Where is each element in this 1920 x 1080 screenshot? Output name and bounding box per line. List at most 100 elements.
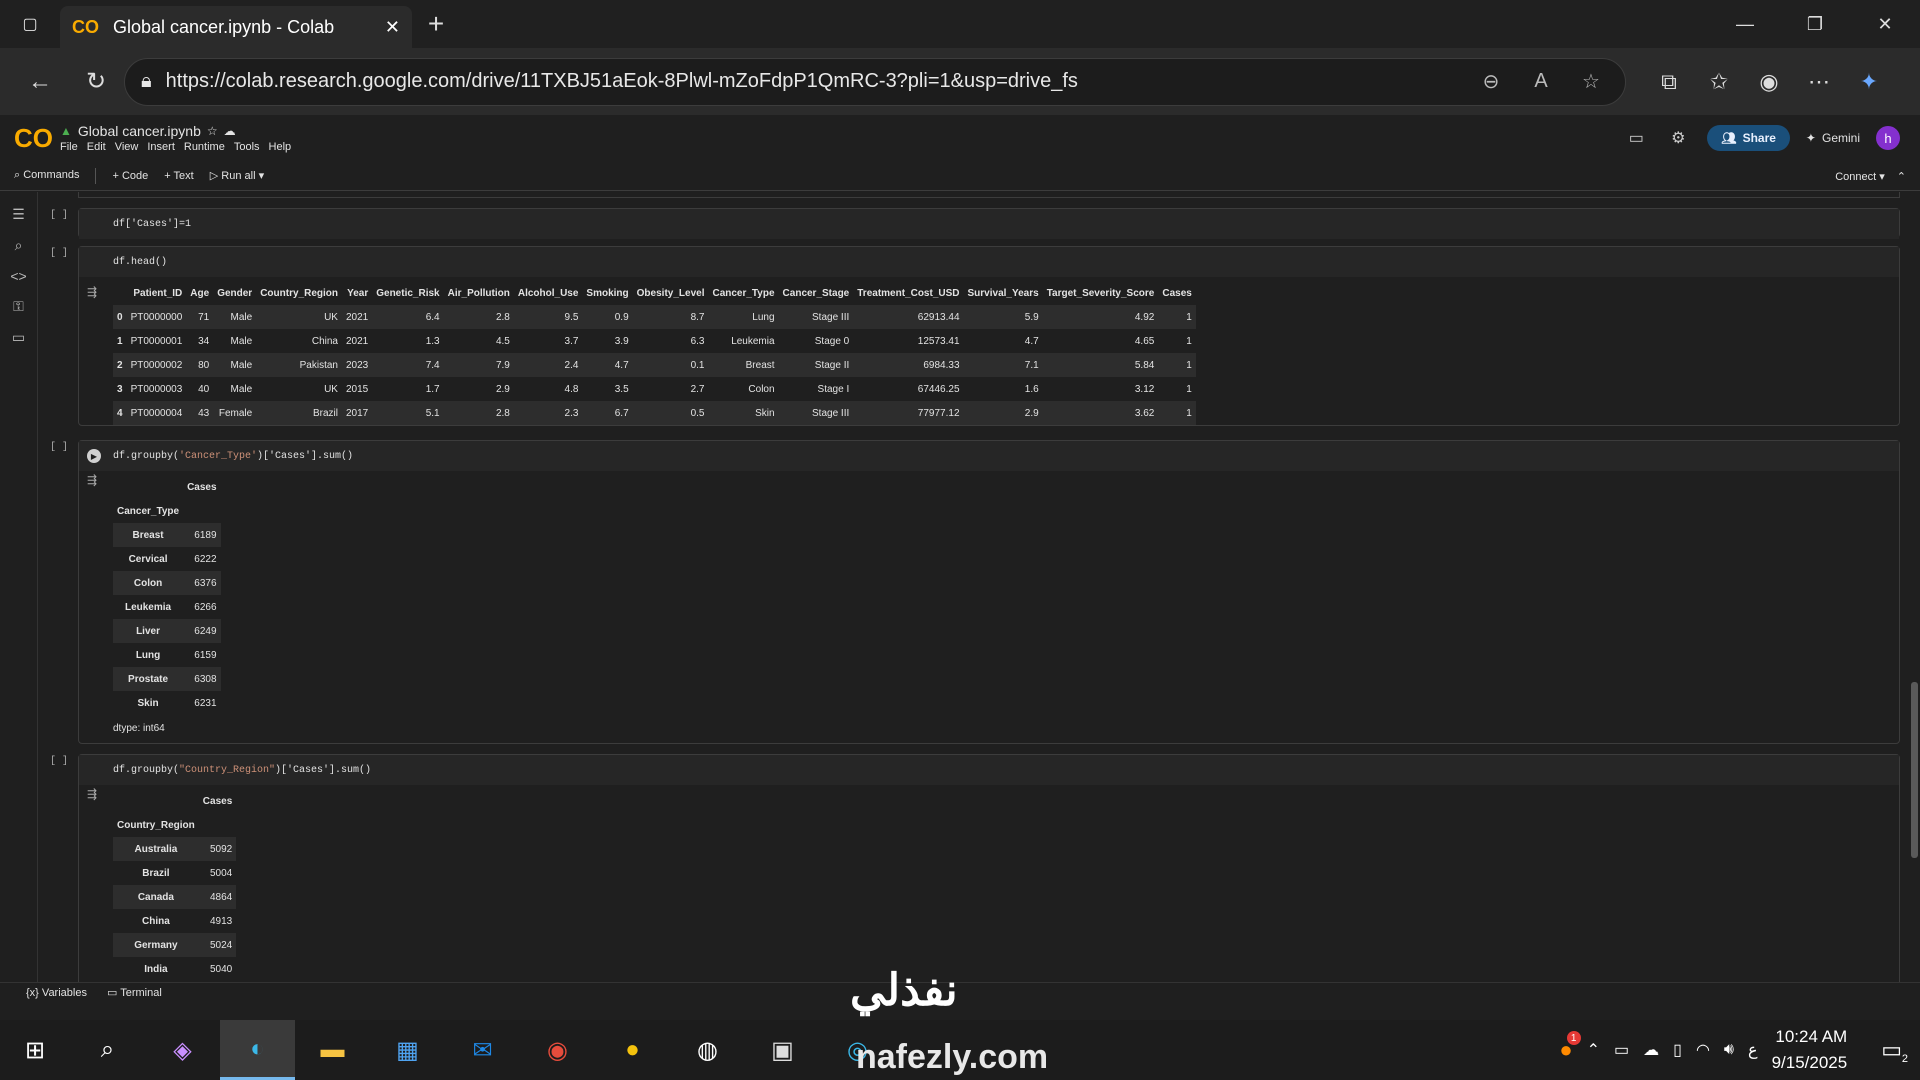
terminal-button[interactable]: ▭ Terminal [107,986,162,999]
code-part[interactable]: df.groupby( [113,765,179,776]
tab-actions-icon[interactable]: ▢ [0,0,60,48]
wifi-icon[interactable]: ◠ [1696,1040,1710,1060]
table-row: Brazil 5004 [113,861,236,885]
battery-icon[interactable]: ▭ [1614,1040,1629,1060]
files-folder-icon[interactable]: ▭ [12,329,25,346]
table-cell: Stage II [814,359,850,371]
run-all-button[interactable]: ▷ Run all ▾ [210,169,264,182]
avatar[interactable]: h [1876,126,1900,150]
code-string[interactable]: "Country_Region" [179,765,275,776]
microsoft-store-icon[interactable]: ▦ [370,1020,445,1080]
code-cell[interactable]: df['Cases']=1 [78,208,1900,239]
code-part[interactable]: df.groupby( [113,451,179,462]
menu-help[interactable]: Help [269,141,292,153]
row-index: India [144,963,168,975]
comment-icon[interactable]: ▭ [1623,128,1649,148]
menu-runtime[interactable]: Runtime [184,141,225,153]
zoom-icon[interactable]: ⊖ [1473,69,1509,94]
table-cell: 4.7 [614,359,629,371]
refresh-button[interactable]: ↻ [68,58,124,106]
output-toggle-icon[interactable]: ⇶ [87,285,97,299]
outlook-icon[interactable]: ✉ [445,1020,520,1080]
close-window-icon[interactable]: ✕ [1850,0,1920,48]
device-icon[interactable]: ▯ [1673,1040,1682,1060]
notification-center-icon[interactable]: ▭ 2 [1881,1037,1908,1065]
favorites-icon[interactable]: ✩ [1696,59,1742,105]
volume-icon[interactable]: 🔊︎ [1724,1041,1734,1059]
onedrive-cloud-icon[interactable]: ☁ [1643,1040,1659,1060]
chevron-down-icon[interactable]: ▾ [259,170,265,182]
back-button[interactable]: ← [12,58,68,106]
notebook-scrollbar[interactable] [1911,682,1918,858]
add-code-button[interactable]: + Code [112,170,148,182]
language-indicator[interactable]: ع [1748,1040,1758,1060]
commands-button[interactable]: ⌕ Commands [14,169,79,182]
more-menu-icon[interactable]: ⋯ [1796,59,1842,105]
table-of-contents-icon[interactable]: ☰ [12,206,25,223]
file-explorer-icon[interactable]: ▬ [295,1020,370,1080]
close-tab-icon[interactable]: ✕ [385,17,400,38]
share-button[interactable]: 👥︎ Share [1707,125,1790,151]
gemini-button[interactable]: ✦ Gemini [1806,131,1860,145]
star-icon[interactable]: ☆ [207,124,218,138]
code-line[interactable]: df.head() [113,257,167,268]
code-editor[interactable]: df.groupby('Cancer_Type')['Cases'].sum() [79,441,1899,471]
notification-app-icon[interactable]: ● 1 [1559,1031,1581,1063]
code-editor[interactable]: df.head() [79,247,1899,277]
code-cell[interactable]: ▶ df.groupby('Cancer_Type')['Cases'].sum… [78,440,1900,744]
secrets-key-icon[interactable]: ⚿ [13,298,24,315]
copilot-icon[interactable]: ✦ [1846,59,1892,105]
table-row: Colon 6376 [113,571,221,595]
column-header [113,281,127,305]
chevron-up-icon[interactable]: ⌃ [1587,1040,1600,1060]
extensions-icon[interactable]: ⧉ [1646,59,1692,105]
table-cell: 6249 [194,625,217,637]
app-icon[interactable]: ▣ [745,1020,820,1080]
settings-gear-icon[interactable]: ⚙ [1665,128,1691,148]
github-icon[interactable]: ◍ [670,1020,745,1080]
output-toggle-icon[interactable]: ⇶ [87,473,97,487]
notebook-name[interactable]: Global cancer.ipynb [78,123,201,139]
windows-start-icon[interactable]: ⊞ [0,1036,70,1065]
code-cell[interactable]: df.head() ⇶ Patient_ID Age Gender Country_R… [78,246,1900,426]
add-text-button[interactable]: + Text [164,170,193,182]
run-cell-button[interactable]: ▶ [87,449,101,463]
clock[interactable]: 10:24 AM 9/15/2025 [1772,1024,1848,1076]
code-string[interactable]: 'Cancer_Type' [179,451,257,462]
table-cell: 6266 [194,601,217,613]
chrome-icon[interactable]: ◉ [520,1020,595,1080]
copilot-app-icon[interactable]: ◈ [145,1020,220,1080]
ex-app-icon[interactable]: ● [595,1020,670,1080]
variables-button[interactable]: {x} Variables [26,987,87,999]
colab-logo[interactable]: CO [14,123,60,154]
search-icon[interactable]: ⌕ [70,1020,145,1080]
menu-tools[interactable]: Tools [234,141,260,153]
menu-view[interactable]: View [115,141,139,153]
edge-browser-icon[interactable]: ◐ [220,1020,295,1080]
read-aloud-icon[interactable]: A [1523,70,1559,93]
restore-icon[interactable]: ❐ [1780,0,1850,48]
code-editor[interactable]: df['Cases']=1 [79,209,1899,239]
code-part[interactable]: )['Cases'].sum() [275,765,371,776]
table-cell: 2.7 [690,383,705,395]
code-line[interactable]: df['Cases']=1 [113,219,191,230]
code-snippets-icon[interactable]: <> [10,268,26,284]
url-text[interactable]: https://colab.research.google.com/drive/… [166,70,1459,93]
menu-insert[interactable]: Insert [147,141,175,153]
profile-icon[interactable]: ◉ [1746,59,1792,105]
menu-edit[interactable]: Edit [87,141,106,153]
table-cell: 2.8 [495,311,510,323]
code-part[interactable]: )['Cases'].sum() [257,451,353,462]
menu-file[interactable]: File [60,141,78,153]
code-editor[interactable]: df.groupby("Country_Region")['Cases'].su… [79,755,1899,785]
collapse-header-icon[interactable]: ⌃ [1897,170,1906,183]
output-toggle-icon[interactable]: ⇶ [87,787,97,801]
minimize-icon[interactable]: — [1710,0,1780,48]
browser-tab[interactable]: CO Global cancer.ipynb - Colab ✕ [60,6,412,48]
connect-button[interactable]: Connect ▾ [1835,170,1885,183]
find-replace-icon[interactable]: ⌕ [15,237,23,254]
favorite-star-icon[interactable]: ☆ [1573,69,1609,94]
new-tab-button[interactable]: + [412,3,460,45]
address-bar[interactable]: 🔒︎ https://colab.research.google.com/dri… [124,57,1626,106]
code-cell[interactable]: df.groupby("Country_Region")['Cases'].su… [78,754,1900,982]
